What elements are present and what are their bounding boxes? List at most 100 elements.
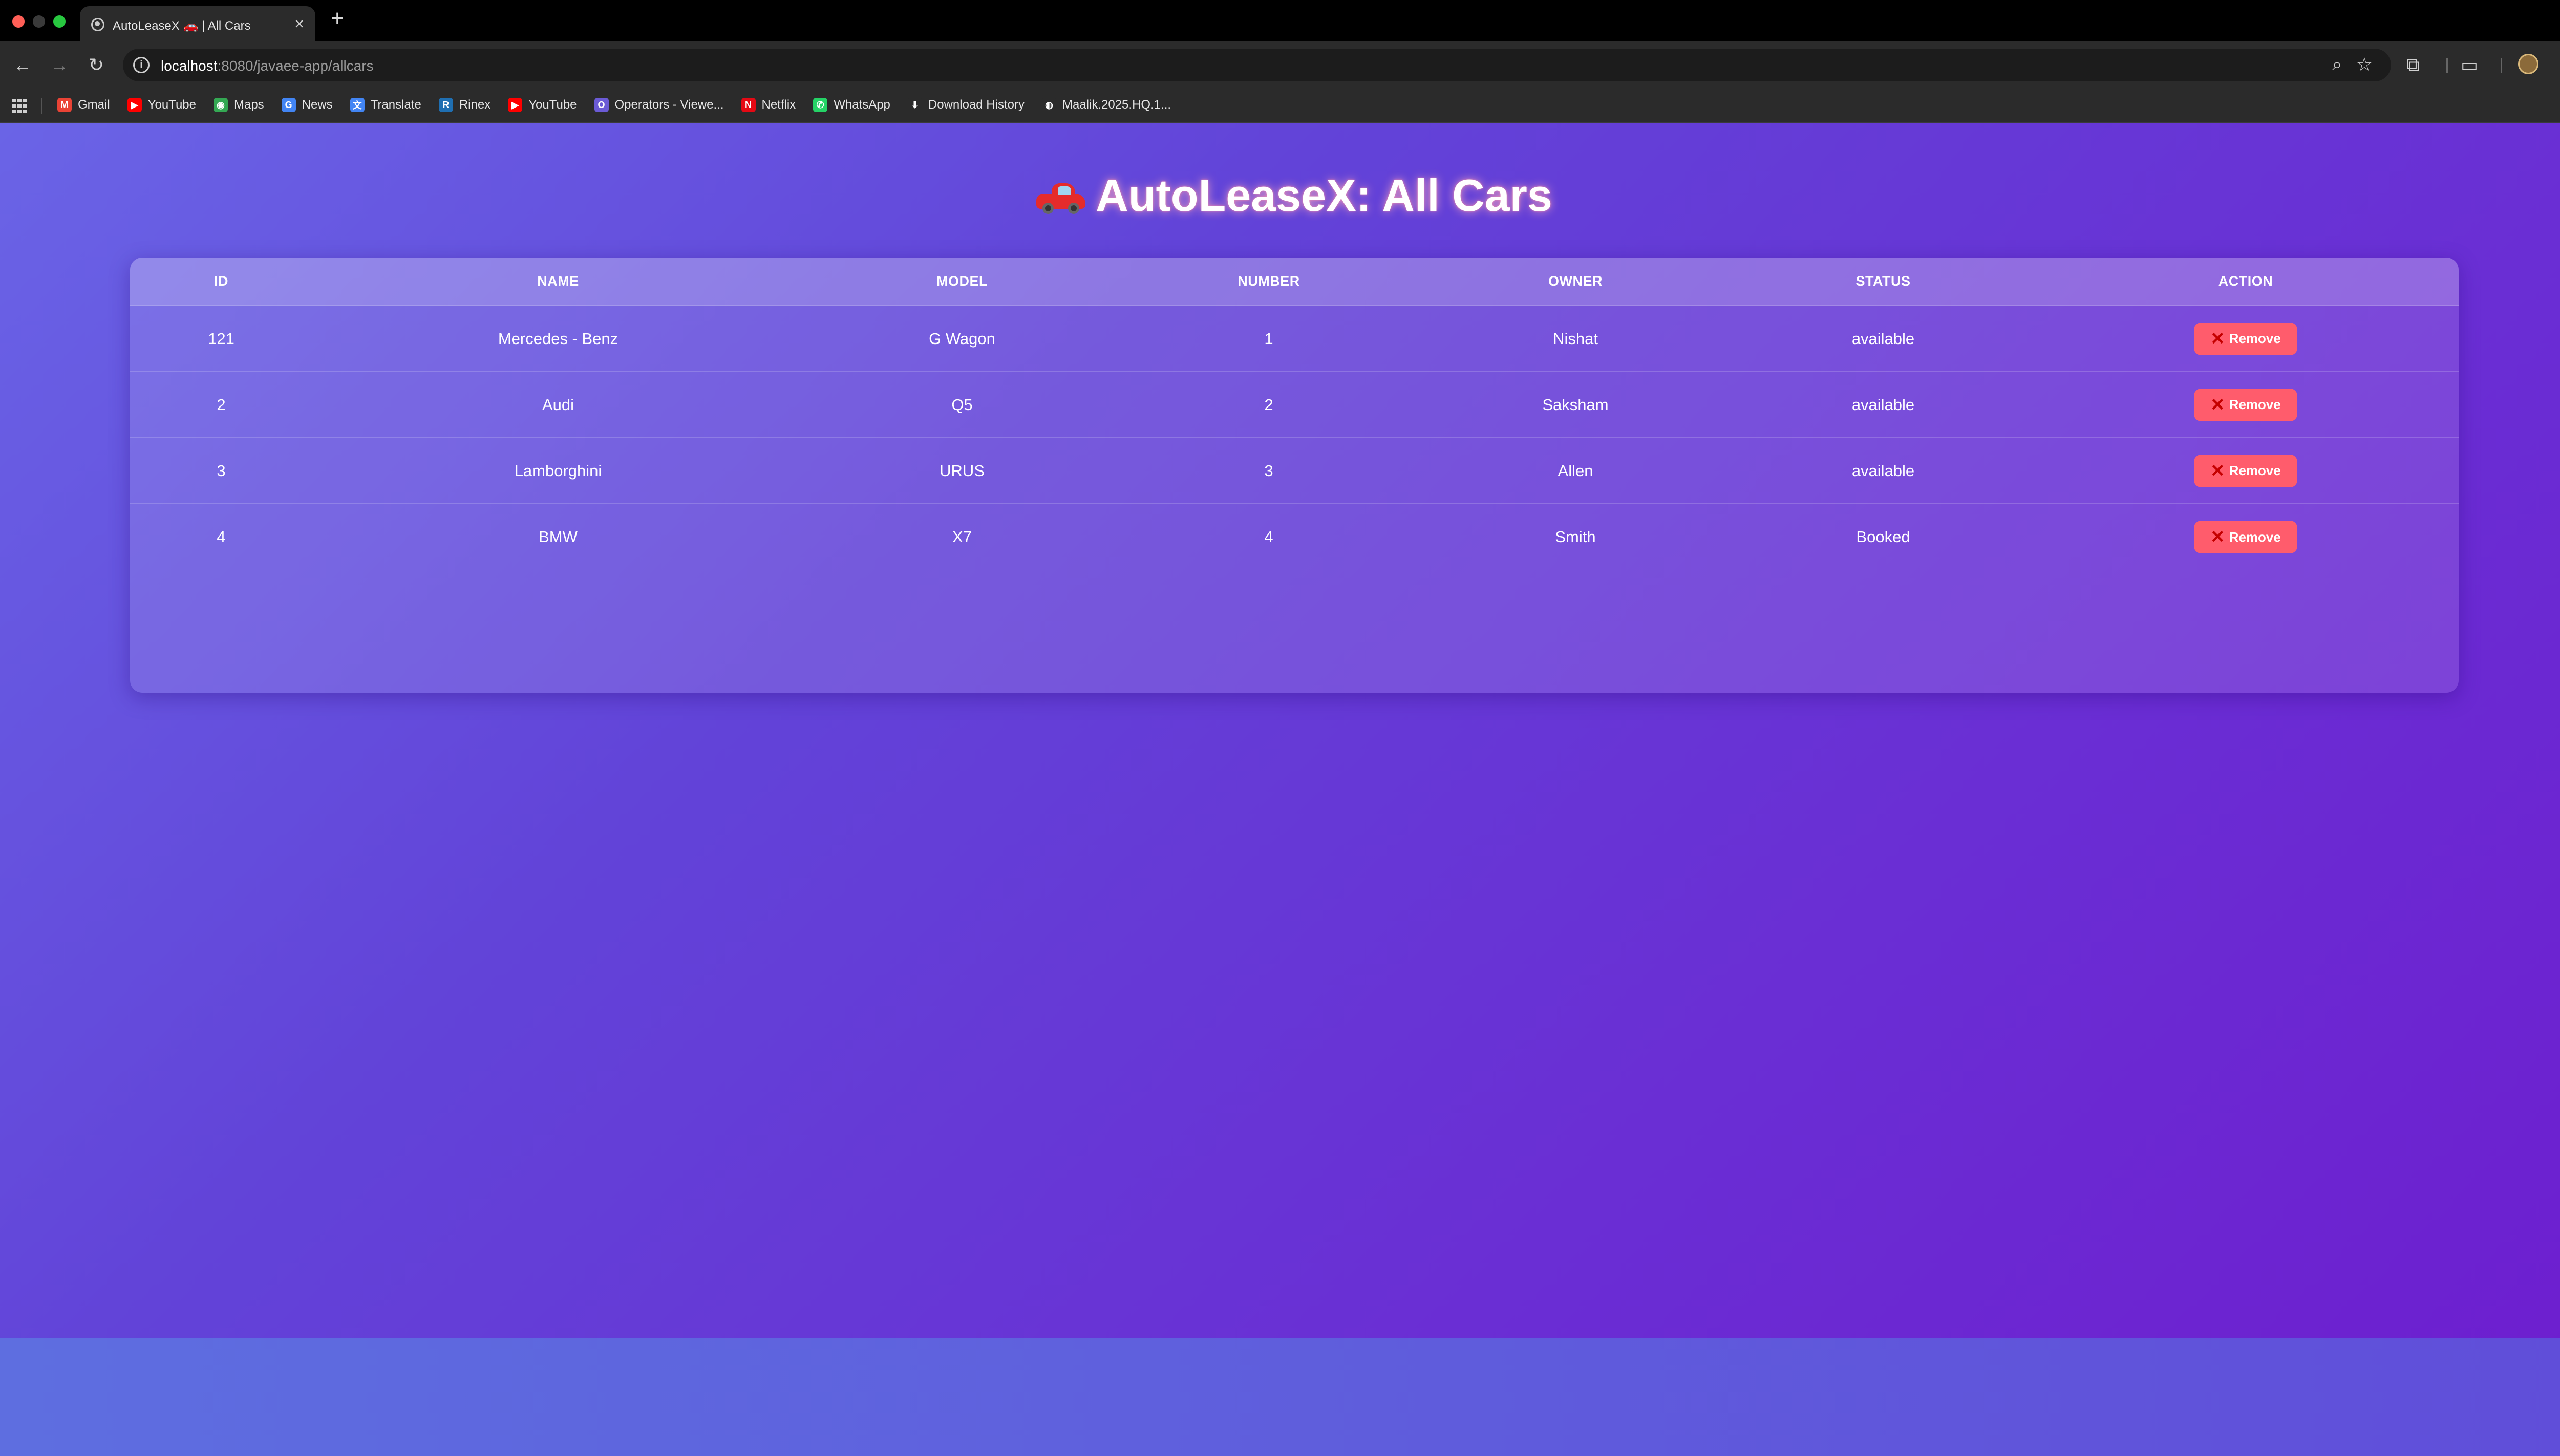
bookmark-item[interactable]: N Netflix xyxy=(741,98,796,112)
bookmark-item[interactable]: ◍ Maalik.2025.HQ.1... xyxy=(1041,98,1171,112)
cell-model: Q5 xyxy=(951,395,973,414)
remove-button[interactable]: ✕ Remove xyxy=(2194,322,2297,355)
netflix-icon: N xyxy=(741,98,756,112)
youtube-icon: ▶ xyxy=(508,98,523,112)
bookmark-label: News xyxy=(302,98,333,112)
back-arrow-icon[interactable]: ← xyxy=(10,53,35,77)
bookmark-item[interactable]: ✆ WhatsApp xyxy=(813,98,890,112)
column-header-status: STATUS xyxy=(1855,273,1911,289)
page-title: AutoLeaseX: All Cars xyxy=(0,169,2560,222)
bookmark-item[interactable]: ▶ YouTube xyxy=(127,98,196,112)
remove-button-label: Remove xyxy=(2229,397,2281,412)
forward-arrow-icon[interactable]: → xyxy=(47,53,72,77)
car-icon xyxy=(1036,182,1086,214)
window-maximize-button[interactable] xyxy=(53,15,66,28)
remove-button[interactable]: ✕ Remove xyxy=(2194,521,2297,553)
cell-number: 1 xyxy=(1264,329,1273,348)
news-icon: G xyxy=(281,98,296,112)
bookmark-label: Maalik.2025.HQ.1... xyxy=(1062,98,1171,112)
apps-grid-icon[interactable] xyxy=(12,99,27,113)
page-footer-area xyxy=(0,1338,2560,1456)
bookmark-item[interactable]: ⬇ Download History xyxy=(907,98,1025,112)
cell-status: available xyxy=(1851,329,1915,348)
toolbar-divider xyxy=(2446,58,2448,73)
bookmark-item[interactable]: R Rinex xyxy=(438,98,491,112)
cell-id: 2 xyxy=(217,395,226,414)
bookmark-item[interactable]: ◉ Maps xyxy=(213,98,264,112)
cell-action: ✕ Remove xyxy=(2033,372,2459,438)
address-bar[interactable]: i localhost:8080/javaee-app/allcars ⌕ ☆ xyxy=(123,49,2391,81)
bookmarks-list: M Gmail ▶ YouTube ◉ Maps G News 文 Translate R Rinex… xyxy=(57,98,1188,112)
bookmark-item[interactable]: ▶ YouTube xyxy=(508,98,577,112)
cell-id: 4 xyxy=(217,528,226,546)
bookmark-label: YouTube xyxy=(528,98,577,112)
bookmark-label: Rinex xyxy=(459,98,491,112)
profile-avatar[interactable] xyxy=(2518,54,2538,74)
cell-owner: Nishat xyxy=(1553,329,1598,348)
cell-model: G Wagon xyxy=(929,329,995,348)
reload-icon[interactable]: ↻ xyxy=(84,53,109,77)
page-title-text: AutoLeaseX: All Cars xyxy=(1096,170,1552,221)
table-row: 4 BMW X7 4 Smith Booked ✕ Remove xyxy=(130,504,2459,570)
close-icon[interactable]: × xyxy=(294,15,304,32)
remove-button[interactable]: ✕ Remove xyxy=(2194,454,2297,487)
cars-table: ID NAME MODEL NUMBER OWNER STATUS ACTION 121 Me… xyxy=(130,258,2459,570)
cross-icon: ✕ xyxy=(2210,527,2225,547)
cell-name: Mercedes - Benz xyxy=(498,329,618,348)
youtube-icon: ▶ xyxy=(127,98,142,112)
new-tab-button[interactable]: + xyxy=(331,7,344,30)
cast-icon[interactable]: ▭ xyxy=(2461,53,2478,77)
cell-id: 121 xyxy=(208,329,234,348)
bookmark-label: Netflix xyxy=(761,98,796,112)
bookmark-label: Download History xyxy=(928,98,1025,112)
window-close-button[interactable] xyxy=(12,15,25,28)
cell-owner: Allen xyxy=(1558,461,1593,480)
cell-status: available xyxy=(1851,461,1915,480)
bookmark-label: WhatsApp xyxy=(834,98,890,112)
cell-status: available xyxy=(1851,395,1915,414)
window-minimize-button[interactable] xyxy=(33,15,45,28)
remove-button-label: Remove xyxy=(2229,331,2281,346)
cell-name: BMW xyxy=(539,528,578,546)
bookmark-item[interactable]: G News xyxy=(281,98,333,112)
cell-action: ✕ Remove xyxy=(2033,306,2459,372)
browser-tab[interactable]: AutoLeaseX 🚗 | All Cars × xyxy=(80,6,315,41)
operators-icon: O xyxy=(594,98,609,112)
column-header-id: ID xyxy=(214,273,228,289)
cell-name: Lamborghini xyxy=(514,461,602,480)
page-content: AutoLeaseX: All Cars ID NAME MODEL NUMBER OW… xyxy=(0,123,2560,1338)
url-text[interactable]: localhost:8080/javaee-app/allcars xyxy=(161,58,374,74)
bookmark-item[interactable]: M Gmail xyxy=(57,98,110,112)
bookmark-label: YouTube xyxy=(147,98,196,112)
bookmarks-divider xyxy=(41,98,42,114)
gmail-icon: M xyxy=(57,98,72,112)
extensions-icon[interactable]: ⧉ xyxy=(2406,53,2420,77)
bookmark-item[interactable]: O Operators - Viewe... xyxy=(594,98,724,112)
bookmark-label: Gmail xyxy=(78,98,110,112)
table-row: 121 Mercedes - Benz G Wagon 1 Nishat availabl… xyxy=(130,306,2459,372)
site-info-icon[interactable]: i xyxy=(133,57,150,73)
rinex-icon: R xyxy=(438,98,453,112)
zoom-icon[interactable]: ⌕ xyxy=(2332,55,2342,75)
cell-number: 2 xyxy=(1264,395,1273,414)
remove-button[interactable]: ✕ Remove xyxy=(2194,388,2297,421)
cell-model: URUS xyxy=(940,461,985,480)
column-header-name: NAME xyxy=(537,273,579,289)
bookmark-label: Translate xyxy=(370,98,421,112)
browser-toolbar: ← → ↻ i localhost:8080/javaee-app/allcar… xyxy=(0,41,2560,89)
globe-icon xyxy=(91,18,104,31)
remove-button-label: Remove xyxy=(2229,463,2281,478)
cell-action: ✕ Remove xyxy=(2033,438,2459,504)
browser-tab-bar: AutoLeaseX 🚗 | All Cars × + xyxy=(0,0,2560,41)
cell-status: Booked xyxy=(1856,528,1910,546)
bookmark-star-icon[interactable]: ☆ xyxy=(2356,54,2373,75)
globe-icon: ◍ xyxy=(1041,98,1056,112)
column-header-owner: OWNER xyxy=(1548,273,1603,289)
cell-number: 4 xyxy=(1264,528,1273,546)
cars-table-container: ID NAME MODEL NUMBER OWNER STATUS ACTION 121 Me… xyxy=(130,258,2459,693)
bookmark-item[interactable]: 文 Translate xyxy=(350,98,421,112)
maps-icon: ◉ xyxy=(213,98,228,112)
column-header-number: NUMBER xyxy=(1238,273,1300,289)
table-row: 3 Lamborghini URUS 3 Allen available ✕ Remove xyxy=(130,438,2459,504)
bookmark-label: Maps xyxy=(233,98,264,112)
